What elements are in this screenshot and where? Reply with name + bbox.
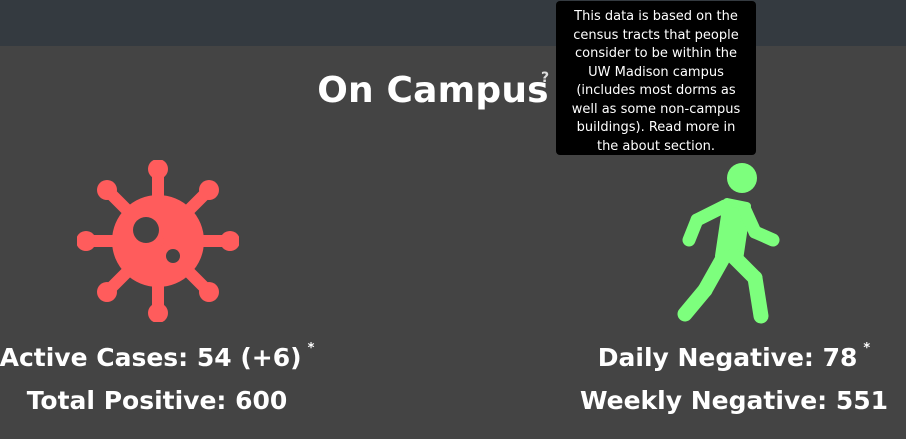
top-navbar <box>0 0 906 46</box>
active-cases-line: Active Cases: 54 (+6) * <box>0 339 327 382</box>
active-cases-text: Active Cases: 54 (+6) <box>0 343 302 372</box>
help-tooltip-trigger[interactable]: ? <box>541 70 549 86</box>
positive-stats: Active Cases: 54 (+6) * Total Positive: 6… <box>0 339 327 420</box>
weekly-negative-text: Weekly Negative: 551 <box>579 386 889 415</box>
info-tooltip: This data is based on the census tracts … <box>556 1 756 155</box>
daily-negative-footnote-trigger[interactable]: * <box>863 341 870 356</box>
active-cases-footnote-trigger[interactable]: * <box>308 341 315 356</box>
virus-icon <box>77 160 239 322</box>
walking-person-icon <box>677 163 780 324</box>
daily-negative-line: Daily Negative: 78 * <box>564 339 904 382</box>
negative-stats: Daily Negative: 78 * Weekly Negative: 551 <box>564 339 904 420</box>
total-positive-text: Total Positive: 600 <box>26 386 288 415</box>
daily-negative-text: Daily Negative: 78 <box>597 343 858 372</box>
